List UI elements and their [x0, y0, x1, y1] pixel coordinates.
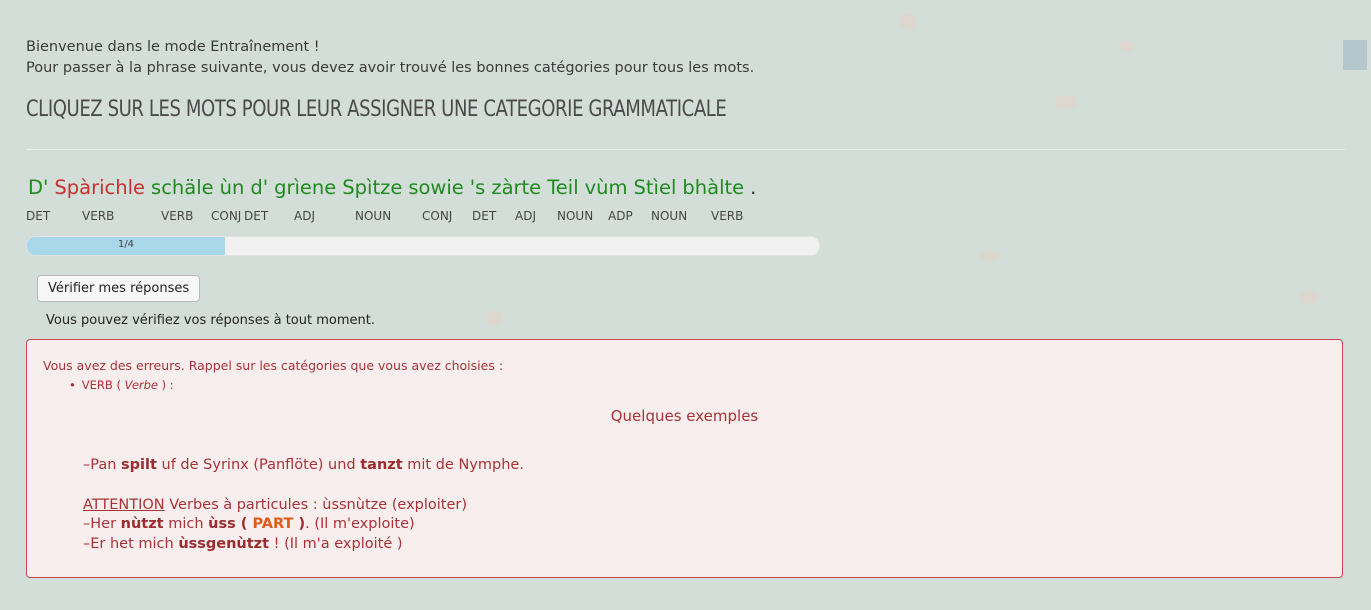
word[interactable]: ùn [220, 176, 245, 199]
examples-title: Quelques exemples [610, 407, 759, 425]
category-list: VERB ( Verbe ) : [69, 378, 174, 392]
progress-label: 1/4 [117, 239, 135, 250]
example-text: mit de Nymphe. [402, 457, 524, 473]
word[interactable]: D' [28, 176, 48, 199]
category-tag: CONJ [211, 209, 242, 223]
example-verb: ùss [208, 516, 236, 532]
word[interactable]: 's [470, 176, 486, 199]
word[interactable]: grìene [274, 176, 336, 199]
divider [26, 149, 1345, 150]
category-tag: VERB [161, 209, 194, 223]
check-answers-button[interactable]: Vérifier mes réponses [37, 275, 201, 302]
category-tag: VERB [82, 209, 115, 223]
example-line: –Her nùtzt mich ùss ( PART ). (Il m'expl… [83, 516, 415, 532]
intro-text: Bienvenue dans le mode Entraînement ! Po… [26, 37, 754, 79]
category-tag: DET [472, 209, 497, 223]
attention-label: ATTENTION [83, 497, 165, 513]
error-alert: Vous avez des erreurs. Rappel sur les ca… [26, 339, 1343, 578]
word[interactable]: d' [250, 176, 268, 199]
background-flower [487, 310, 503, 326]
background-flower [1300, 290, 1318, 304]
category-tag: CONJ [422, 209, 453, 223]
example-text: Verbes à particules : ùssnùtze (exploite… [164, 497, 468, 513]
category-tag-name: VERB [81, 378, 113, 392]
alert-heading: Vous avez des erreurs. Rappel sur les ca… [43, 358, 504, 373]
example-line: –Pan spilt uf de Syrinx (Panflöte) und t… [83, 457, 524, 473]
word[interactable]: sowie [408, 176, 463, 199]
example-text: mich [163, 516, 209, 532]
category-tag: ADJ [294, 209, 315, 223]
category-tag: ADP [608, 209, 633, 223]
category-tag: NOUN [557, 209, 594, 223]
category-name: Verbe [124, 378, 158, 392]
example-verb: tanzt [360, 457, 403, 473]
category-tag: ADJ [515, 209, 536, 223]
word[interactable]: vùm [585, 176, 628, 199]
word[interactable]: Spìtze [342, 176, 402, 199]
background-flower [1120, 40, 1134, 52]
category-tag: VERB [711, 209, 744, 223]
example-text: –Pan [83, 457, 122, 473]
example-line: –Er het mich ùssgenùtzt ! (Il m'a exploi… [83, 536, 403, 552]
category-tag: DET [26, 209, 51, 223]
intro-line-1: Bienvenue dans le mode Entraînement ! [26, 39, 320, 55]
word[interactable]: zàrte [491, 176, 541, 199]
example-text: –Er het mich [83, 536, 179, 552]
example-text: . (Il m'exploite) [305, 516, 415, 532]
example-text: ! (Il m'a exploité ) [269, 536, 403, 552]
example-verb: ùssgenùtzt [178, 536, 270, 552]
example-verb: nùtzt [120, 516, 164, 532]
intro-line-2: Pour passer à la phrase suivante, vous d… [26, 60, 755, 76]
hint-text: Vous pouvez vérifiez vos réponses à tout… [46, 313, 375, 328]
category-tags: DET VERB VERB CONJ DET ADJ NOUN CONJ DET… [26, 209, 786, 225]
example-text: ) [293, 516, 306, 532]
example-text: ( [235, 516, 253, 532]
example-text: uf de Syrinx (Panflöte) und [156, 457, 361, 473]
example-verb: spilt [121, 457, 157, 473]
word[interactable]: schäle [151, 176, 214, 199]
word[interactable]: Teil [547, 176, 578, 199]
page-title: CLIQUEZ SUR LES MOTS POUR LEUR ASSIGNER … [26, 97, 727, 122]
word[interactable]: Spàrichle [54, 176, 145, 199]
background-flower [980, 250, 1000, 262]
background-flower [1055, 95, 1077, 109]
category-tag: DET [244, 209, 269, 223]
progress-bar: 1/4 [26, 236, 820, 256]
list-item: VERB ( Verbe ) : [69, 378, 174, 392]
background-flower [900, 14, 916, 30]
word[interactable]: Stìel [634, 176, 677, 199]
category-tag: NOUN [355, 209, 392, 223]
example-line: ATTENTION Verbes à particules : ùssnùtze… [83, 497, 467, 513]
corner-icon [1343, 40, 1367, 70]
sentence: D' Spàrichle schäle ùn d' grìene Spìtze sowie 's… [28, 176, 762, 199]
example-text: –Her [83, 516, 121, 532]
word[interactable]: bhàlte [682, 176, 744, 199]
word[interactable]: . [750, 176, 756, 199]
category-tag: NOUN [651, 209, 688, 223]
part-label: PART [252, 516, 294, 532]
